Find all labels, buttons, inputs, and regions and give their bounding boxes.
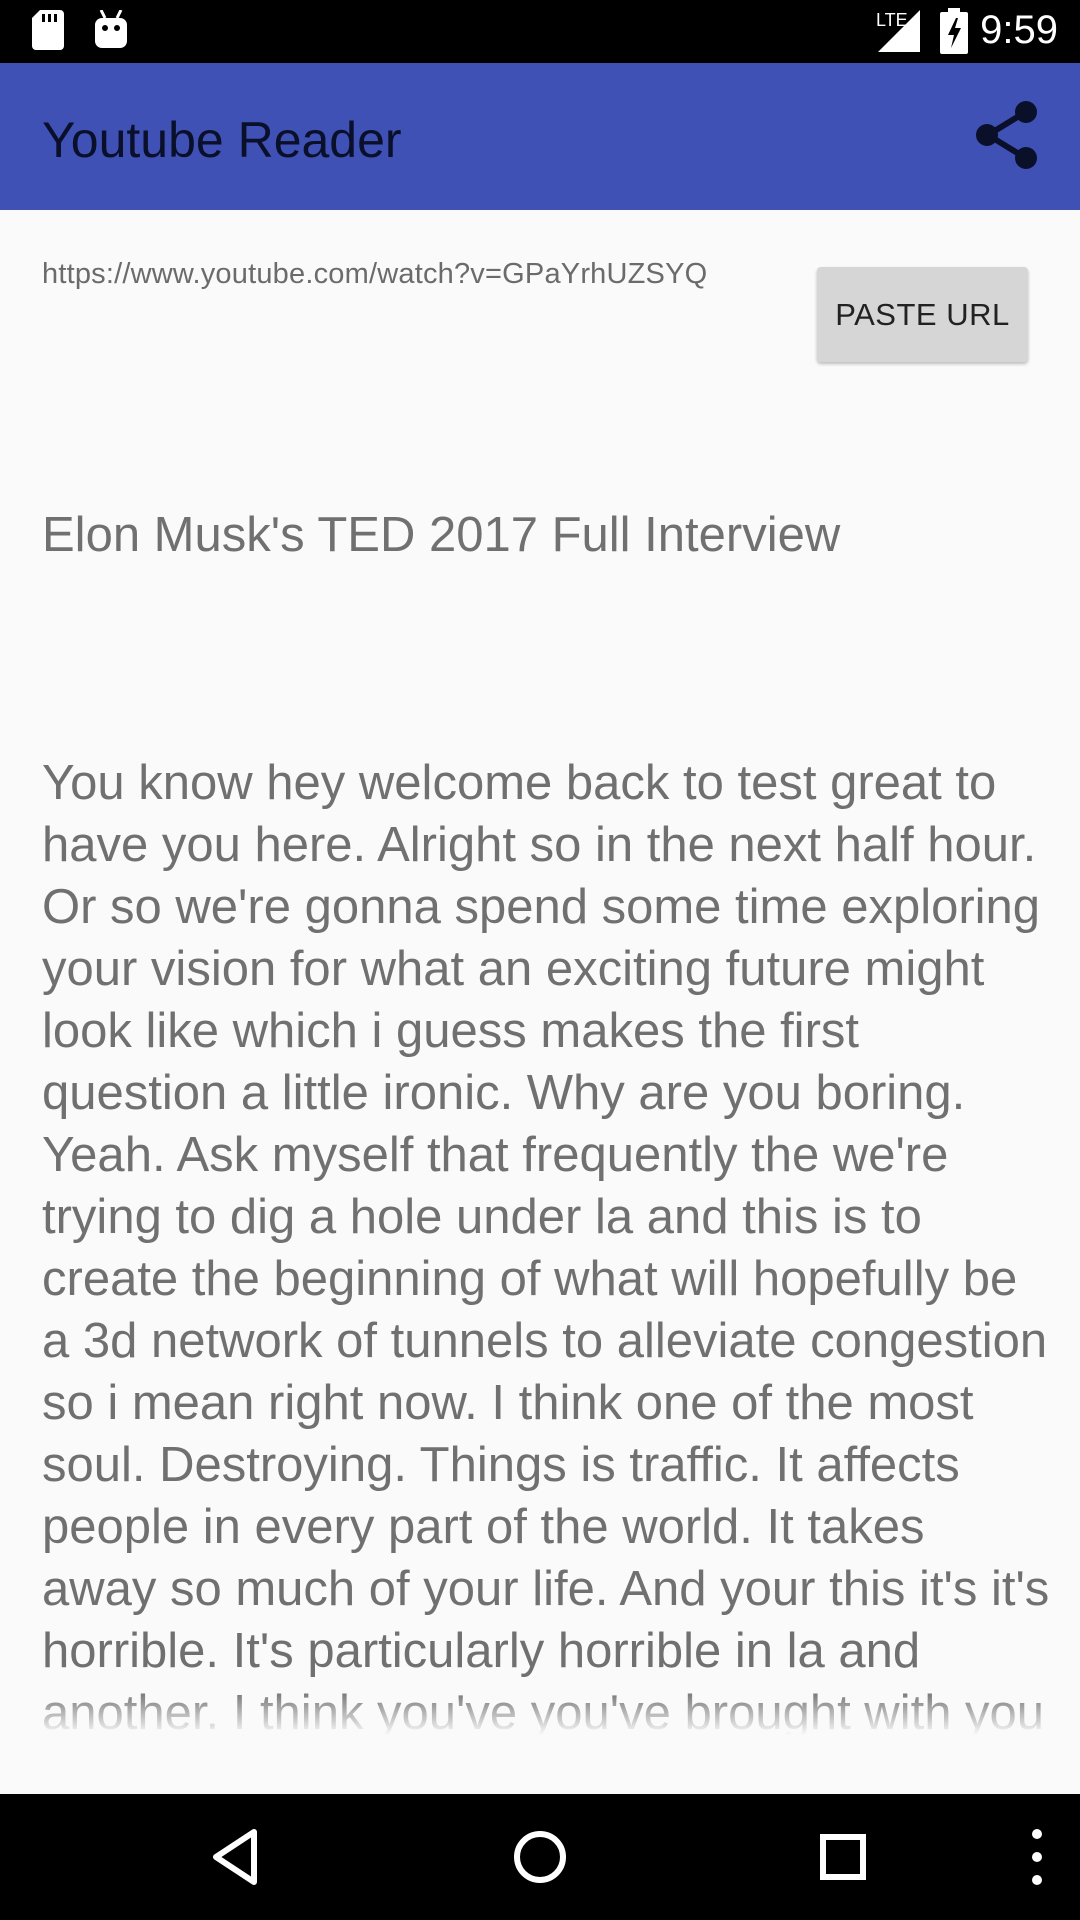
url-field[interactable]: https://www.youtube.com/watch?v=GPaYrhUZ… [42, 258, 707, 291]
battery-charging-icon [940, 8, 968, 54]
share-button[interactable] [972, 99, 1044, 171]
android-debug-icon [95, 10, 127, 48]
more-icon[interactable] [1002, 1822, 1072, 1892]
scroll-fade [0, 1690, 1080, 1735]
recents-icon[interactable] [808, 1822, 878, 1892]
transcript-body: You know hey welcome back to test great … [42, 756, 1050, 1735]
app-title: Youtube Reader [42, 112, 402, 168]
transcript-text: Elon Musk's TED 2017 Full Interview You … [42, 380, 1052, 1735]
sd-card-icon [32, 10, 64, 50]
clock-time: 9:59 [980, 8, 1058, 52]
share-icon [976, 101, 1037, 169]
home-icon[interactable] [505, 1822, 575, 1892]
paste-url-button[interactable]: PASTE URL [817, 267, 1028, 362]
video-title: Elon Musk's TED 2017 Full Interview [42, 508, 841, 562]
back-icon[interactable] [202, 1822, 272, 1892]
navigation-bar [0, 1794, 1080, 1920]
lte-signal-icon [878, 10, 920, 52]
status-bar: LTE 9:59 [0, 0, 1080, 63]
app-bar: Youtube Reader [0, 63, 1080, 210]
